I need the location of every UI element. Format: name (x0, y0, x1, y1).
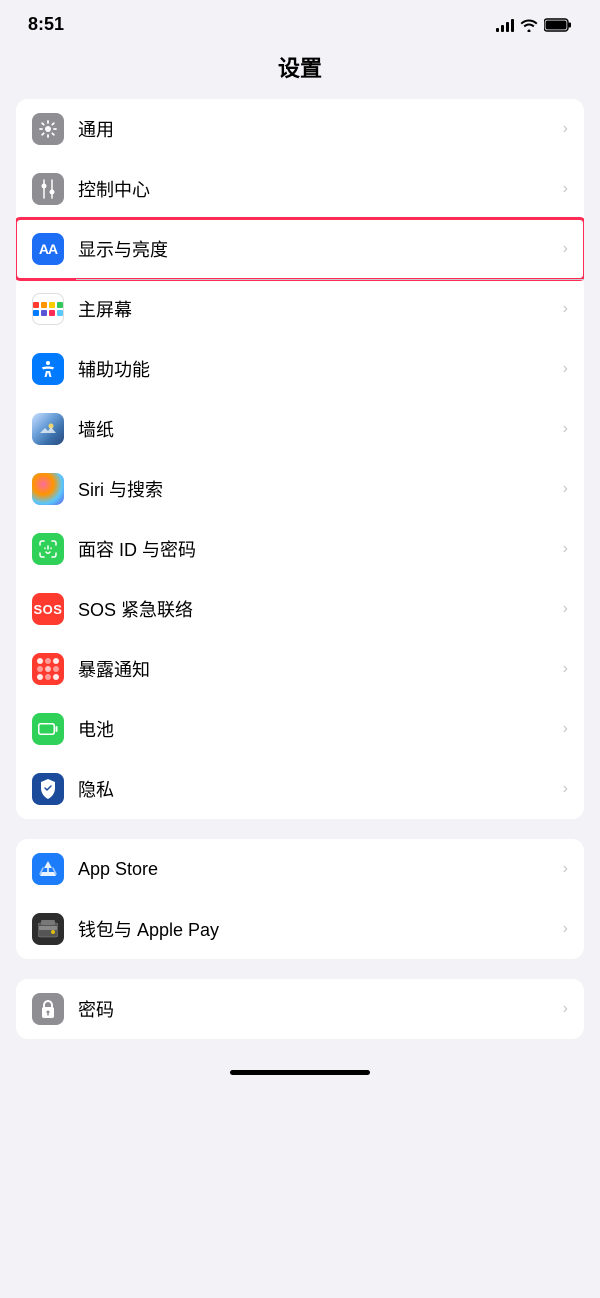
wallpaper-chevron: › (563, 420, 568, 438)
battery-label: 电池 (78, 716, 555, 742)
status-icons (496, 18, 572, 32)
exposure-chevron: › (563, 660, 568, 678)
status-time: 8:51 (28, 14, 64, 35)
settings-group-1: 通用 › 控制中心 › AA 显示与亮度 › (16, 99, 584, 819)
privacy-chevron: › (563, 780, 568, 798)
settings-row-faceid[interactable]: 面容 ID 与密码 › (16, 519, 584, 579)
faceid-label: 面容 ID 与密码 (78, 536, 555, 562)
settings-row-display[interactable]: AA 显示与亮度 › (16, 219, 584, 279)
battery-chevron: › (563, 720, 568, 738)
settings-row-sos[interactable]: SOS SOS 紧急联络 › (16, 579, 584, 639)
password-chevron: › (563, 1000, 568, 1018)
home-indicator (230, 1070, 370, 1075)
exposure-label: 暴露通知 (78, 656, 555, 682)
settings-row-control-center[interactable]: 控制中心 › (16, 159, 584, 219)
appstore-icon (32, 853, 64, 885)
control-center-chevron: › (563, 180, 568, 198)
appstore-chevron: › (563, 860, 568, 878)
wifi-icon (520, 18, 538, 32)
battery-settings-icon (32, 713, 64, 745)
display-icon: AA (32, 233, 64, 265)
settings-group-3: 密码 › (16, 979, 584, 1039)
home-screen-icon (32, 293, 64, 325)
settings-row-general[interactable]: 通用 › (16, 99, 584, 159)
control-center-icon (32, 173, 64, 205)
wallet-icon (32, 913, 64, 945)
settings-row-wallet[interactable]: 钱包与 Apple Pay › (16, 899, 584, 959)
wallpaper-icon (32, 413, 64, 445)
home-screen-chevron: › (563, 300, 568, 318)
home-screen-label: 主屏幕 (78, 296, 555, 322)
settings-row-siri[interactable]: Siri 与搜索 › (16, 459, 584, 519)
privacy-label: 隐私 (78, 776, 555, 802)
settings-row-accessibility[interactable]: 辅助功能 › (16, 339, 584, 399)
sos-label: SOS 紧急联络 (78, 596, 555, 622)
display-chevron: › (563, 240, 568, 258)
settings-row-wallpaper[interactable]: 墙纸 › (16, 399, 584, 459)
exposure-icon (32, 653, 64, 685)
page-title: 设置 (0, 43, 600, 99)
accessibility-label: 辅助功能 (78, 356, 555, 382)
accessibility-icon (32, 353, 64, 385)
wallpaper-label: 墙纸 (78, 416, 555, 442)
password-label: 密码 (78, 996, 555, 1022)
appstore-label: App Store (78, 859, 555, 880)
siri-icon (32, 473, 64, 505)
wallet-chevron: › (563, 920, 568, 938)
faceid-chevron: › (563, 540, 568, 558)
sos-icon: SOS (32, 593, 64, 625)
settings-row-home-screen[interactable]: 主屏幕 › (16, 279, 584, 339)
settings-row-appstore[interactable]: App Store › (16, 839, 584, 899)
general-label: 通用 (78, 116, 555, 142)
status-bar: 8:51 (0, 0, 600, 43)
siri-label: Siri 与搜索 (78, 476, 555, 502)
general-icon (32, 113, 64, 145)
accessibility-chevron: › (563, 360, 568, 378)
settings-group-2: App Store › 钱包与 Apple Pay › (16, 839, 584, 959)
settings-row-battery[interactable]: 电池 › (16, 699, 584, 759)
control-center-label: 控制中心 (78, 176, 555, 202)
settings-row-privacy[interactable]: 隐私 › (16, 759, 584, 819)
settings-row-password[interactable]: 密码 › (16, 979, 584, 1039)
sos-chevron: › (563, 600, 568, 618)
settings-row-exposure[interactable]: 暴露通知 › (16, 639, 584, 699)
signal-icon (496, 18, 514, 32)
battery-icon (544, 18, 572, 32)
wallet-label: 钱包与 Apple Pay (78, 916, 555, 942)
display-label: 显示与亮度 (78, 236, 555, 262)
general-chevron: › (563, 120, 568, 138)
siri-chevron: › (563, 480, 568, 498)
privacy-icon (32, 773, 64, 805)
faceid-icon (32, 533, 64, 565)
password-icon (32, 993, 64, 1025)
